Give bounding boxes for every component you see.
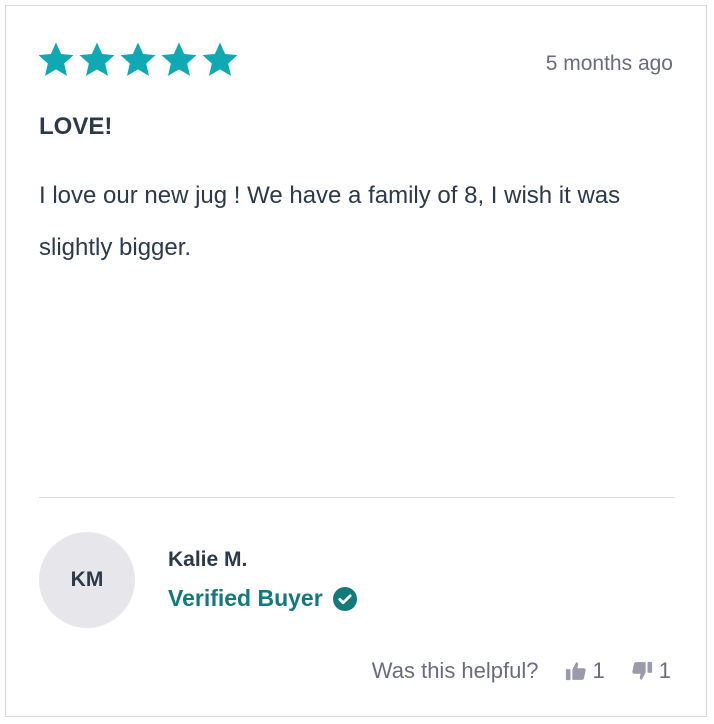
review-title: LOVE! xyxy=(39,113,113,140)
thumbs-down-count: 1 xyxy=(658,658,671,683)
helpful-section: Was this helpful? 1 1 xyxy=(372,658,671,684)
star-icon xyxy=(38,42,74,76)
avatar: KM xyxy=(39,532,135,628)
thumbs-down-button[interactable]: 1 xyxy=(631,658,671,684)
thumbs-up-icon xyxy=(565,662,586,681)
review-card: 5 months ago LOVE! I love our new jug ! … xyxy=(5,5,707,717)
thumbs-down-icon xyxy=(632,661,652,680)
star-icon xyxy=(120,42,156,76)
review-body: I love our new jug ! We have a family of… xyxy=(39,182,621,261)
star-icon xyxy=(202,42,238,76)
review-date: 5 months ago xyxy=(545,52,673,75)
divider xyxy=(39,497,675,498)
star-rating xyxy=(36,40,240,80)
thumbs-up-button[interactable]: 1 xyxy=(565,658,605,684)
check-circle-icon xyxy=(332,586,357,611)
verified-label: Verified Buyer xyxy=(168,585,323,611)
verified-badge: Verified Buyer xyxy=(168,585,357,612)
helpful-label: Was this helpful? xyxy=(371,658,539,683)
star-icon xyxy=(79,42,115,76)
thumbs-up-count: 1 xyxy=(592,658,605,683)
author-name: Kalie M. xyxy=(168,548,248,571)
star-icon xyxy=(161,42,197,76)
